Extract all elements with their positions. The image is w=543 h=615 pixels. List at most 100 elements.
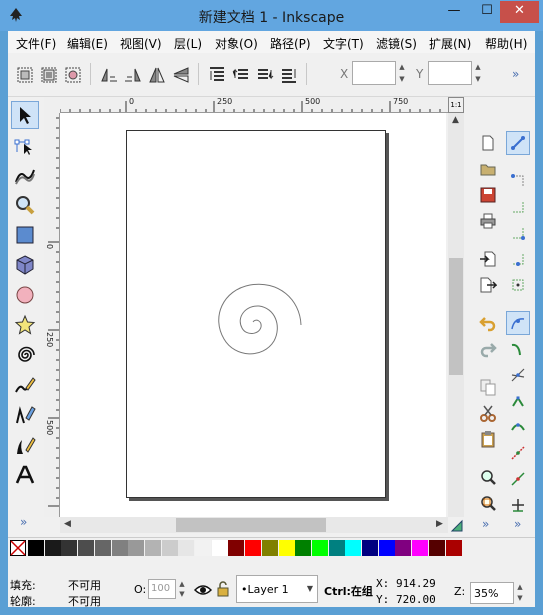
star-tool[interactable] — [11, 311, 39, 339]
current-layer-dropdown[interactable]: •Layer 1 ▼ — [236, 575, 318, 603]
ellipse-tool[interactable] — [11, 281, 39, 309]
horizontal-ruler[interactable]: 0 250 500 750 — [60, 97, 452, 113]
deselect-button[interactable] — [62, 64, 84, 86]
print-button[interactable] — [476, 209, 500, 233]
vertical-ruler[interactable]: 0 250 500 — [44, 113, 60, 517]
snap-nodes-button[interactable] — [506, 311, 530, 335]
color-swatch[interactable] — [94, 540, 111, 556]
color-swatch[interactable] — [378, 540, 395, 556]
pen-tool[interactable] — [11, 401, 39, 429]
menu-extensions[interactable]: 扩展(N) — [429, 35, 471, 52]
y-coordinate-input[interactable] — [428, 61, 472, 85]
menu-text[interactable]: 文字(T) — [323, 35, 364, 52]
menu-file[interactable]: 文件(F) — [16, 35, 56, 52]
color-swatch[interactable] — [362, 540, 378, 556]
zoom-tool[interactable] — [11, 191, 39, 219]
menu-view[interactable]: 视图(V) — [120, 35, 162, 52]
color-swatch[interactable] — [111, 540, 128, 556]
menu-help[interactable]: 帮助(H) — [485, 35, 527, 52]
color-swatch[interactable] — [395, 540, 412, 556]
spiral-tool[interactable] — [11, 341, 39, 369]
rotate-cw-button[interactable] — [122, 64, 144, 86]
color-swatch[interactable] — [161, 540, 178, 556]
color-swatch[interactable] — [428, 540, 445, 556]
no-paint-swatch-icon[interactable] — [10, 540, 26, 556]
color-swatch[interactable] — [195, 540, 211, 556]
calligraphy-tool[interactable] — [11, 431, 39, 459]
fill-value[interactable]: 不可用 — [68, 577, 101, 593]
vertical-scroll-thumb[interactable] — [449, 258, 463, 375]
zoom-drawing-button[interactable] — [476, 491, 500, 515]
copy-button[interactable] — [476, 375, 500, 399]
snap-bbox-centers-button[interactable] — [506, 273, 530, 297]
color-swatch[interactable] — [328, 540, 345, 556]
new-document-button[interactable] — [476, 131, 500, 155]
selector-tool[interactable] — [11, 101, 39, 129]
snap-paths-button[interactable] — [506, 337, 530, 361]
snap-intersections-button[interactable] — [506, 363, 530, 387]
sticky-zoom-icon[interactable] — [450, 519, 464, 533]
color-swatch[interactable] — [211, 540, 228, 556]
y-spin-buttons[interactable]: ▲ ▼ — [474, 61, 482, 85]
opacity-spin-buttons[interactable]: ▲ ▼ — [178, 579, 186, 599]
snap-toggle-button[interactable] — [506, 131, 530, 155]
color-swatch[interactable] — [128, 540, 145, 556]
snap-more-button[interactable]: » — [514, 517, 521, 531]
close-button[interactable]: ✕ — [500, 1, 539, 23]
zoom-selection-button[interactable] — [476, 465, 500, 489]
raise-to-top-button[interactable] — [206, 64, 228, 86]
open-button[interactable] — [476, 157, 500, 181]
menu-layer[interactable]: 层(L) — [174, 35, 202, 52]
lock-icon[interactable] — [216, 581, 230, 597]
horizontal-scroll-thumb[interactable] — [176, 518, 326, 532]
select-all-button[interactable] — [14, 64, 36, 86]
snap-bbox-midpoints-button[interactable] — [506, 247, 530, 271]
3d-box-tool[interactable] — [11, 251, 39, 279]
redo-button[interactable] — [476, 337, 500, 361]
color-swatch[interactable] — [28, 540, 44, 556]
tweak-tool[interactable] — [11, 161, 39, 189]
toolbox-more-button[interactable]: » — [20, 515, 27, 529]
menu-edit[interactable]: 编辑(E) — [67, 35, 108, 52]
raise-button[interactable] — [230, 64, 252, 86]
color-swatch[interactable] — [445, 540, 462, 556]
save-button[interactable] — [476, 183, 500, 207]
color-swatch[interactable] — [144, 540, 161, 556]
menu-object[interactable]: 对象(O) — [215, 35, 258, 52]
opacity-input[interactable]: 100 — [148, 579, 176, 599]
pencil-tool[interactable] — [11, 371, 39, 399]
color-swatch[interactable] — [61, 540, 78, 556]
eye-visibility-icon[interactable] — [194, 583, 212, 597]
color-swatch[interactable] — [345, 540, 362, 556]
scroll-up-arrow-icon[interactable]: ▲ — [452, 115, 459, 125]
select-all-layers-button[interactable] — [38, 64, 60, 86]
zoom-1to1-button[interactable]: 1:1 — [448, 97, 464, 113]
color-swatch[interactable] — [228, 540, 245, 556]
snap-object-centers-button[interactable] — [506, 467, 530, 491]
flip-vertical-button[interactable] — [170, 64, 192, 86]
x-spin-buttons[interactable]: ▲ ▼ — [398, 61, 406, 85]
maximize-button[interactable]: ☐ — [473, 1, 501, 23]
stroke-value[interactable]: 不可用 — [68, 593, 101, 609]
menu-filters[interactable]: 滤镜(S) — [376, 35, 417, 52]
color-swatch[interactable] — [78, 540, 95, 556]
menu-path[interactable]: 路径(P) — [270, 35, 311, 52]
commands-more-button[interactable]: » — [482, 517, 489, 531]
lower-button[interactable] — [254, 64, 276, 86]
color-swatch[interactable] — [261, 540, 278, 556]
color-swatch[interactable] — [412, 540, 429, 556]
color-swatch[interactable] — [311, 540, 328, 556]
spiral-shape[interactable] — [60, 113, 446, 517]
flip-horizontal-button[interactable] — [146, 64, 168, 86]
color-swatch[interactable] — [178, 540, 195, 556]
color-swatch[interactable] — [44, 540, 61, 556]
snap-midpoints-button[interactable] — [506, 441, 530, 465]
undo-button[interactable] — [476, 311, 500, 335]
color-swatch[interactable] — [245, 540, 262, 556]
paste-button[interactable] — [476, 427, 500, 451]
cut-button[interactable] — [476, 401, 500, 425]
text-tool[interactable] — [11, 461, 39, 489]
rotate-ccw-button[interactable] — [98, 64, 120, 86]
zoom-spin-buttons[interactable]: ▲ ▼ — [516, 582, 524, 604]
vertical-scrollbar[interactable]: ▲ — [448, 113, 464, 517]
